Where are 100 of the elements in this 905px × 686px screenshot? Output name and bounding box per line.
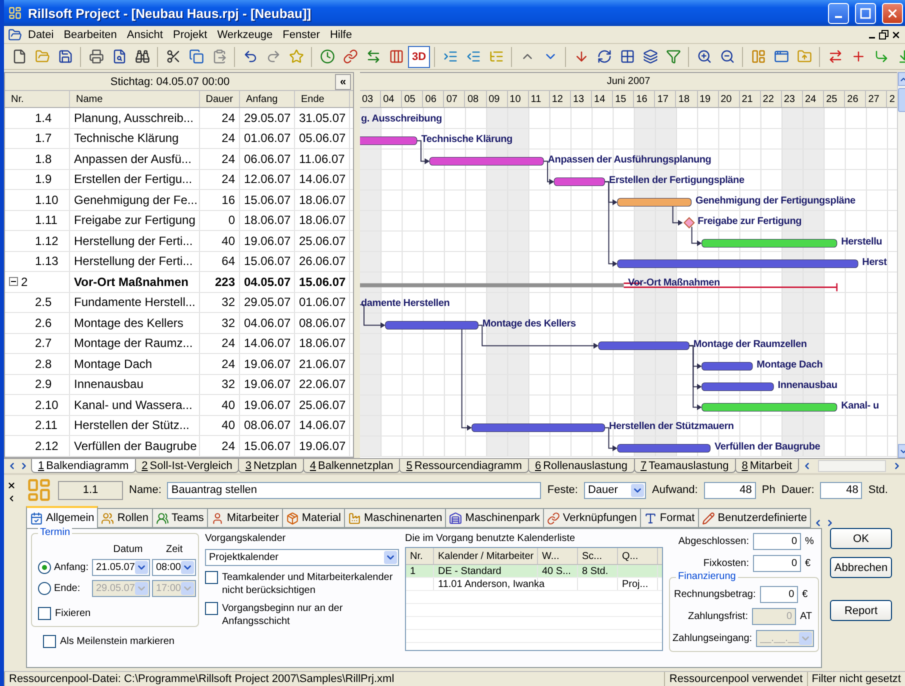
effort-field[interactable]: 48 (704, 482, 756, 498)
column-header[interactable]: Nr. (5, 91, 70, 107)
day-header: 21 (740, 91, 761, 107)
table-cell: 11.06.07 (295, 149, 350, 168)
radio-button[interactable] (38, 561, 51, 574)
column-header[interactable]: Nr. (406, 548, 434, 564)
dropdown-button[interactable] (134, 561, 148, 574)
view-tab[interactable]: 8 Mitarbeit (734, 459, 800, 473)
tab[interactable]: Maschinenarten (344, 508, 446, 528)
view-tab[interactable]: 5 Ressourcendiagramm (399, 459, 529, 473)
menu-item[interactable]: Ansicht (122, 28, 167, 40)
percent-field[interactable]: 0 (753, 533, 801, 550)
tab[interactable]: Teams (152, 508, 208, 528)
tab[interactable]: Maschinenpark (445, 508, 544, 528)
scroll-left-icon[interactable] (7, 461, 17, 471)
table-cell: 29.05.07 (240, 292, 295, 312)
table-cell: 26.06.07 (295, 252, 350, 271)
fixed-dropdown[interactable]: Dauer (584, 482, 646, 498)
list-row[interactable]: 11.01 Anderson, Iwanka Proj... (406, 578, 662, 591)
view-tab[interactable]: 6 Rollenauslastung (528, 459, 634, 473)
table-cell: Herstellen der Stütz... (70, 416, 200, 435)
clock-icon (320, 49, 334, 64)
maximize-button[interactable] (855, 2, 876, 24)
3d-toggle-button[interactable]: 3D (408, 46, 430, 68)
time-field[interactable]: 08:00 (152, 559, 196, 576)
table-cell: 06.06.07 (240, 149, 295, 168)
view-tab[interactable]: 1 Balkendiagramm (31, 459, 136, 473)
table-cell: 19.06.07 (240, 231, 295, 250)
dropdown-button[interactable] (384, 551, 397, 564)
checkbox-label: Vorgangsbeginn nur an der Anfangsschicht (222, 602, 344, 628)
close-icon[interactable] (891, 30, 901, 40)
scroll-right-icon[interactable] (19, 461, 29, 471)
menu-item[interactable]: Werkzeuge (213, 28, 277, 40)
column-label: Datum (112, 544, 144, 555)
menu-item[interactable]: Hilfe (326, 28, 356, 40)
binoculars-icon (134, 49, 150, 64)
cost-field[interactable]: 0 (753, 555, 801, 572)
column-header[interactable]: Kalender / Mitarbeiter (434, 548, 538, 564)
list-row[interactable]: 1 DE - Standard 40 S... 8 Std. (406, 565, 662, 578)
maximize-icon (860, 8, 871, 18)
menu-item[interactable]: Bearbeiten (60, 28, 121, 40)
zoom-in-icon (696, 49, 712, 64)
dialog-button[interactable]: Abbrechen (830, 557, 892, 578)
link-icon (546, 512, 560, 524)
view-tab[interactable]: 3 Netzplan (238, 459, 304, 473)
checkbox[interactable] (205, 602, 218, 615)
table-cell: 1.12 (5, 231, 70, 250)
zoom-out-icon (720, 49, 735, 64)
column-header[interactable]: Ende (295, 91, 350, 107)
column-header[interactable]: W... (538, 548, 578, 564)
view-tab[interactable]: 2 Soll-Ist-Vergleich (134, 459, 240, 473)
calendar-dropdown[interactable]: Projektkalender (205, 549, 399, 566)
dropdown-button[interactable] (180, 561, 194, 574)
tab[interactable]: Material (282, 508, 345, 528)
date-field[interactable]: 21.05.07 (92, 559, 150, 576)
table-cell: 29.05.07 (240, 108, 295, 128)
collapse-button[interactable]: « (335, 74, 351, 90)
duration-field[interactable]: 48 (820, 482, 862, 498)
menu-item[interactable]: Fenster (278, 28, 324, 40)
dialog-button[interactable]: Report (830, 600, 892, 621)
tab[interactable]: Rollen (97, 508, 152, 528)
column-header[interactable]: Dauer (200, 91, 240, 107)
column-header[interactable]: Name (70, 91, 200, 107)
tab[interactable]: Format (640, 508, 699, 528)
invoice-field[interactable]: 0 (760, 586, 798, 603)
bar-label: damente Herstellen (361, 298, 450, 309)
collapse-icon[interactable] (9, 277, 18, 286)
restore-icon[interactable] (879, 30, 889, 40)
close-icon[interactable] (6, 481, 16, 490)
tab[interactable]: Verknüpfungen (542, 508, 641, 528)
day-header: 23 (782, 91, 803, 107)
column-header[interactable]: Anfang (240, 91, 295, 107)
scroll-right-icon[interactable] (892, 461, 902, 471)
arrow-down-icon (574, 49, 589, 64)
column-header[interactable]: Q... (618, 548, 658, 564)
table-cell: 1.4 (5, 108, 70, 128)
minimize-button[interactable] (828, 2, 849, 24)
menu-item[interactable]: Projekt (168, 28, 212, 40)
table-cell: 04.06.07 (240, 313, 295, 332)
tab[interactable]: Benutzerdefinierte (698, 508, 812, 528)
column-header[interactable]: Sc... (578, 548, 618, 564)
name-field[interactable]: Bauantrag stellen (167, 482, 542, 498)
view-tab[interactable]: 7 Teamauslastung (634, 459, 736, 473)
tab[interactable]: Allgemein (26, 506, 98, 528)
table-cell: 15.06.07 (295, 272, 350, 292)
checkbox[interactable] (205, 571, 218, 584)
undo-icon (242, 49, 258, 64)
checkbox[interactable] (43, 635, 56, 648)
day-header: 17 (655, 91, 676, 107)
filter-icon (666, 49, 681, 64)
checkbox[interactable] (38, 607, 51, 620)
table-cell: 05.06.07 (295, 128, 350, 148)
dialog-button[interactable]: OK (830, 528, 892, 549)
tab[interactable]: Mitarbeiter (206, 508, 283, 528)
view-tab[interactable]: 4 Balkennetzplan (302, 459, 400, 473)
close-button[interactable] (882, 2, 903, 24)
dropdown-button[interactable] (630, 484, 644, 496)
field-label: Aufwand: (652, 484, 698, 496)
menu-item[interactable]: Datei (24, 28, 58, 40)
horizontal-scrollbar[interactable] (818, 460, 886, 472)
